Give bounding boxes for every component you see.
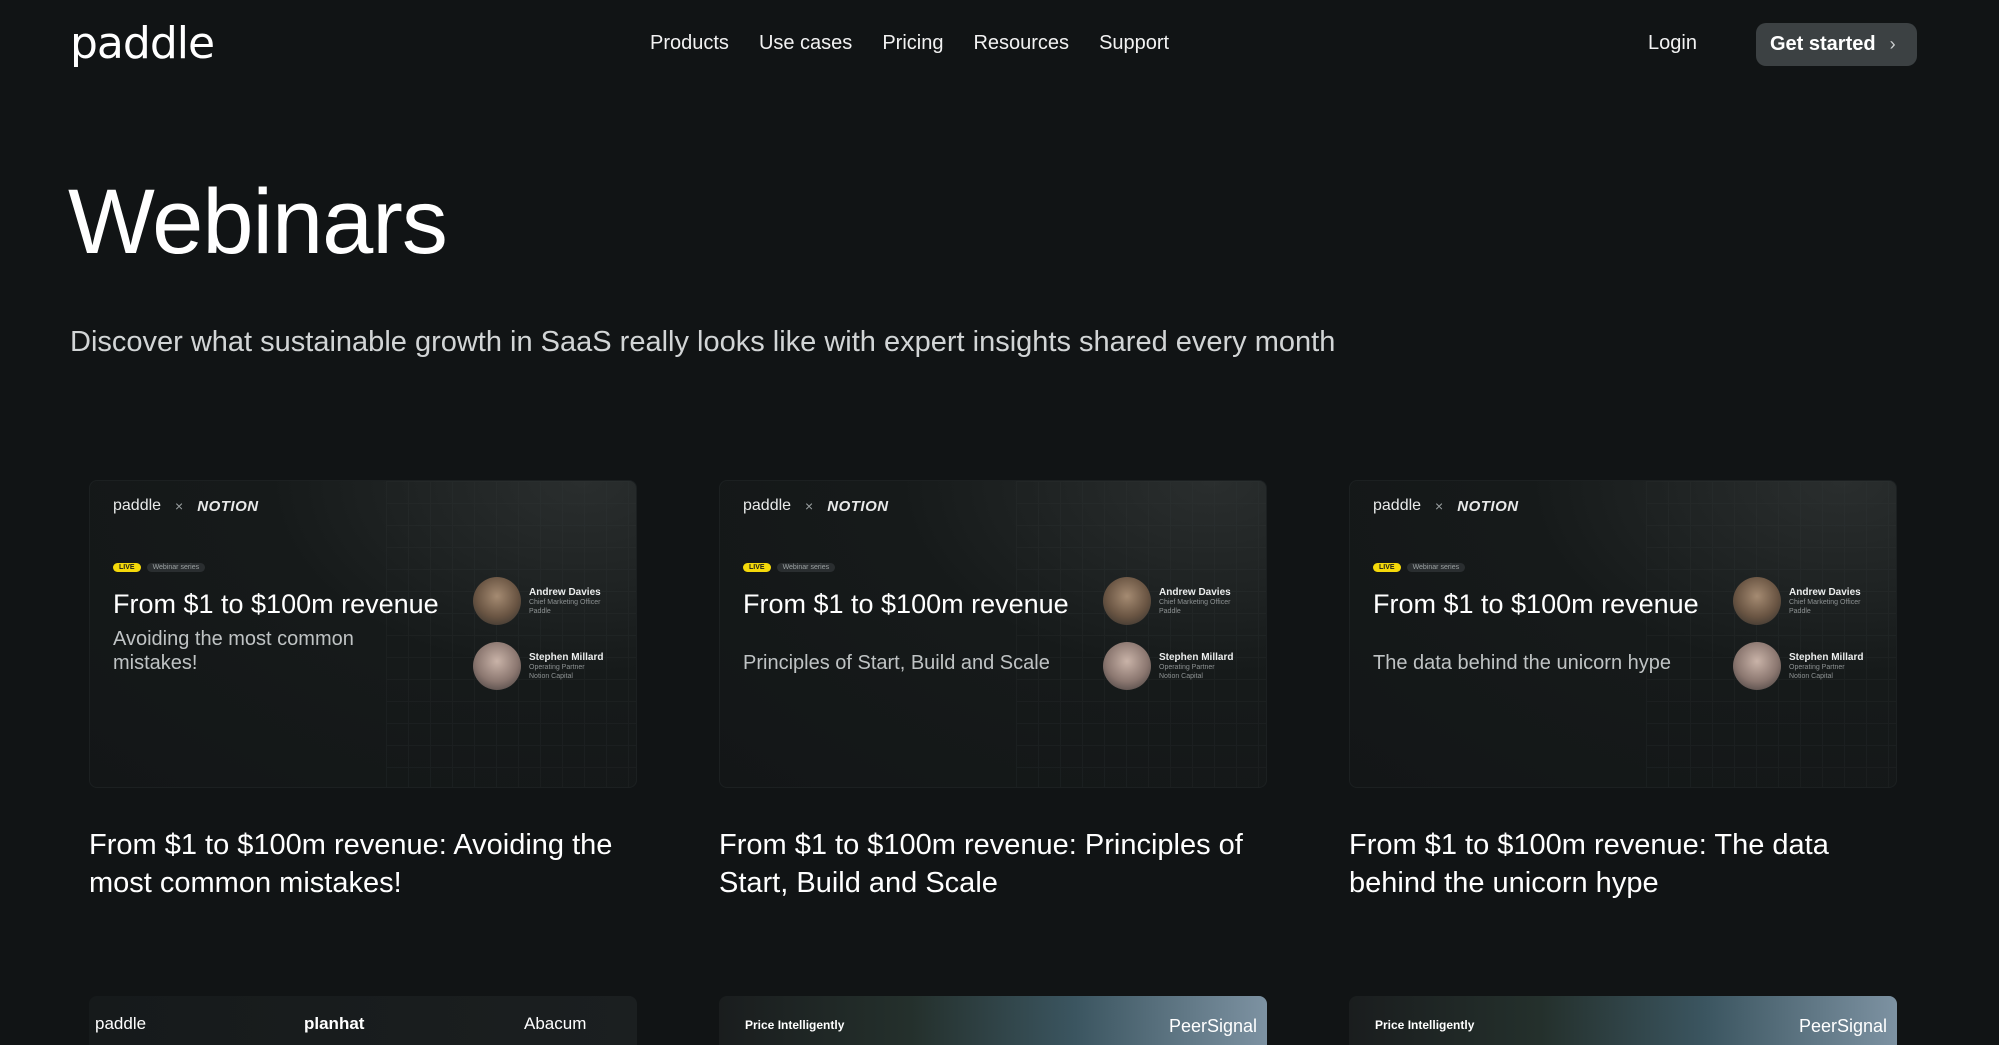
speaker-role: Chief Marketing Officer [1159, 598, 1231, 606]
thumbnail-title: From $1 to $100m revenue [1373, 589, 1699, 619]
peersignal-brand: PeerSignal [1798, 1016, 1887, 1036]
brand-row: paddle × NOTION [743, 497, 889, 515]
speaker: Stephen Millard Operating Partner Notion… [1733, 642, 1863, 690]
webinar-thumbnail[interactable]: paddle planhat Abacum [89, 996, 637, 1045]
webinar-title-link[interactable]: From $1 to $100m revenue: Principles of … [719, 826, 1279, 902]
speaker-name: Stephen Millard [1789, 651, 1864, 663]
thumbnail-title: From $1 to $100m revenue [743, 589, 1069, 619]
notion-brand: NOTION [1457, 497, 1519, 515]
speaker: Andrew Davies Chief Marketing Officer Pa… [473, 577, 601, 625]
speaker: Andrew Davies Chief Marketing Officer Pa… [1103, 577, 1231, 625]
series-badge: Webinar series [146, 563, 206, 572]
notion-brand: NOTION [197, 497, 259, 515]
get-started-label: Get started [1770, 33, 1876, 55]
avatar [473, 577, 521, 625]
speaker-org: Notion Capital [1159, 672, 1203, 680]
webinar-thumbnail[interactable]: Price Intelligently PeerSignal [1349, 996, 1897, 1045]
nav-resources[interactable]: Resources [973, 32, 1069, 55]
paddle-brand: paddle [1373, 497, 1422, 514]
thumbnail-grid-pattern [1016, 481, 1266, 787]
speaker-role: Operating Partner [529, 663, 585, 671]
top-nav: paddle Products Use cases Pricing Resour… [0, 0, 1999, 92]
nav-support[interactable]: Support [1099, 32, 1169, 55]
speaker-org: Paddle [529, 607, 551, 615]
speaker-role: Operating Partner [1159, 663, 1215, 671]
thumbnail-title: From $1 to $100m revenue [113, 589, 439, 619]
speaker-org: Notion Capital [529, 672, 573, 680]
cross-icon: × [1435, 498, 1444, 514]
thumbnail-subtitle: Avoiding the most common mistakes! [113, 628, 354, 674]
avatar [473, 642, 521, 690]
live-badge: LIVE [113, 563, 141, 572]
speaker: Andrew Davies Chief Marketing Officer Pa… [1733, 577, 1861, 625]
speaker-org: Paddle [1789, 607, 1811, 615]
webinar-title-link[interactable]: From $1 to $100m revenue: The data behin… [1349, 826, 1909, 902]
webinar-thumbnail[interactable]: paddle × NOTION LIVE Webinar series From… [89, 480, 637, 788]
webinar-thumbnail[interactable]: paddle × NOTION LIVE Webinar series From… [719, 480, 1267, 788]
nav-links: Products Use cases Pricing Resources Sup… [650, 32, 1169, 55]
price-intelligently-brand: Price Intelligently [745, 1018, 845, 1032]
nav-pricing[interactable]: Pricing [882, 32, 943, 55]
speaker-name: Andrew Davies [1159, 586, 1231, 598]
abacum-brand: Abacum [524, 1014, 587, 1033]
speaker-name: Andrew Davies [529, 586, 601, 598]
brand-row: paddle × NOTION [113, 497, 259, 515]
avatar [1733, 642, 1781, 690]
cross-icon: × [805, 498, 814, 514]
thumbnail-subtitle: Principles of Start, Build and Scale [743, 652, 1050, 674]
nav-products[interactable]: Products [650, 32, 729, 55]
paddle-brand: paddle [95, 1014, 147, 1033]
webinar-thumbnail[interactable]: Price Intelligently PeerSignal [719, 996, 1267, 1045]
live-badge: LIVE [743, 563, 771, 572]
badge-row: LIVE Webinar series [743, 563, 836, 572]
chevron-right-icon: › [1889, 34, 1896, 54]
series-badge: Webinar series [776, 563, 836, 572]
webinar-card[interactable]: paddle × NOTION LIVE Webinar series From… [719, 480, 1267, 902]
cross-icon: × [175, 498, 184, 514]
get-started-button[interactable]: Get started › [1756, 23, 1917, 66]
speaker-org: Paddle [1159, 607, 1181, 615]
speaker: Stephen Millard Operating Partner Notion… [473, 642, 603, 690]
speaker-role: Chief Marketing Officer [1789, 598, 1861, 606]
webinar-card[interactable]: paddle × NOTION LIVE Webinar series From… [1349, 480, 1897, 902]
paddle-logo[interactable]: paddle [70, 18, 215, 69]
paddle-brand: paddle [113, 497, 162, 514]
speaker-name: Stephen Millard [529, 651, 604, 663]
speaker-org: Notion Capital [1789, 672, 1833, 680]
login-link[interactable]: Login [1648, 32, 1697, 55]
thumbnail-grid-pattern [1646, 481, 1896, 787]
paddle-brand: paddle [743, 497, 792, 514]
planhat-brand: planhat [304, 1014, 365, 1033]
page-title: Webinars [68, 171, 448, 273]
speaker-role: Chief Marketing Officer [529, 598, 601, 606]
thumbnail-grid-pattern [386, 481, 636, 787]
peersignal-brand: PeerSignal [1168, 1016, 1257, 1036]
live-badge: LIVE [1373, 563, 1401, 572]
avatar [1103, 577, 1151, 625]
thumbnail-subtitle: The data behind the unicorn hype [1373, 652, 1671, 674]
webinar-thumbnail[interactable]: paddle × NOTION LIVE Webinar series From… [1349, 480, 1897, 788]
speaker-name: Stephen Millard [1159, 651, 1234, 663]
series-badge: Webinar series [1406, 563, 1466, 572]
page-subtitle: Discover what sustainable growth in SaaS… [70, 326, 1336, 358]
webinar-card[interactable]: paddle × NOTION LIVE Webinar series From… [89, 480, 637, 902]
badge-row: LIVE Webinar series [113, 563, 206, 572]
notion-brand: NOTION [827, 497, 889, 515]
speaker: Stephen Millard Operating Partner Notion… [1103, 642, 1233, 690]
nav-use-cases[interactable]: Use cases [759, 32, 852, 55]
avatar [1103, 642, 1151, 690]
price-intelligently-brand: Price Intelligently [1375, 1018, 1475, 1032]
badge-row: LIVE Webinar series [1373, 563, 1466, 572]
brand-row: paddle × NOTION [1373, 497, 1519, 515]
avatar [1733, 577, 1781, 625]
webinar-title-link[interactable]: From $1 to $100m revenue: Avoiding the m… [89, 826, 649, 902]
speaker-role: Operating Partner [1789, 663, 1845, 671]
speaker-name: Andrew Davies [1789, 586, 1861, 598]
